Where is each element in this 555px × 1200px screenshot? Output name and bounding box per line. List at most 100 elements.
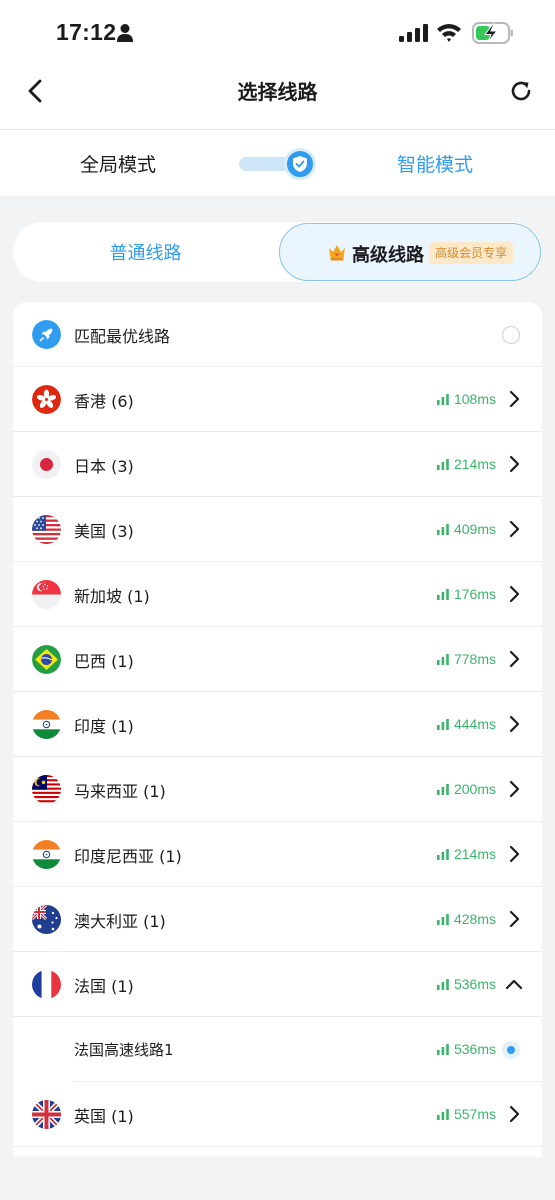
status-time: 17:12 — [56, 19, 117, 45]
server-label: 巴西 (1) — [74, 652, 134, 671]
server-row-us[interactable]: 美国 (3) 409ms — [13, 497, 542, 562]
expand-button[interactable] — [504, 454, 524, 474]
server-row-gb[interactable]: 英国 (1) 557ms — [13, 1082, 542, 1147]
latency-value: 536ms — [453, 976, 496, 992]
best-route-label: 匹配最优线路 — [74, 327, 171, 346]
server-label: 马来西亚 (1) — [74, 782, 166, 801]
server-label: 法国 (1) — [74, 977, 134, 996]
expand-button[interactable] — [504, 779, 524, 799]
server-label: 新加坡 (1) — [74, 587, 150, 606]
latency-value: 214ms — [453, 456, 496, 472]
expand-button[interactable] — [504, 649, 524, 669]
latency-value: 108ms — [453, 391, 496, 407]
latency-value: 536ms — [453, 1041, 496, 1057]
server-row-my[interactable]: 马来西亚 (1) 200ms — [13, 757, 542, 822]
fr-flag-icon — [32, 970, 61, 999]
expand-button[interactable] — [504, 844, 524, 864]
latency-indicator: 536ms — [436, 1039, 496, 1059]
signal-bars-icon — [436, 393, 449, 405]
sub-route-label: 法国高速线路1 — [74, 1041, 174, 1059]
expand-button[interactable] — [504, 389, 524, 409]
wifi-icon — [437, 24, 461, 42]
latency-value: 409ms — [453, 521, 496, 537]
sub-route-radio-selected[interactable] — [502, 1041, 520, 1059]
expand-button[interactable] — [504, 584, 524, 604]
signal-bars-icon — [436, 783, 449, 795]
server-row-hk[interactable]: 香港 (6) 108ms — [13, 367, 542, 432]
latency-indicator: 428ms — [436, 909, 496, 929]
collapse-button[interactable] — [504, 974, 524, 994]
signal-bars-icon — [436, 978, 449, 990]
best-route-radio[interactable] — [502, 326, 520, 344]
chevron-right-icon — [509, 910, 520, 928]
chevron-right-icon — [509, 455, 520, 473]
br-flag-icon — [32, 645, 61, 674]
server-label: 英国 (1) — [74, 1107, 134, 1126]
chevron-right-icon — [509, 780, 520, 798]
expand-button[interactable] — [504, 714, 524, 734]
refresh-button[interactable] — [504, 74, 538, 108]
latency-indicator: 444ms — [436, 714, 496, 734]
latency-indicator: 176ms — [436, 584, 496, 604]
expand-button[interactable] — [504, 519, 524, 539]
server-row-in[interactable]: 印度 (1) 444ms — [13, 692, 542, 757]
jp-flag-icon — [32, 450, 61, 479]
toggle-knob — [284, 148, 316, 180]
row-divider — [13, 1146, 542, 1147]
latency-indicator: 409ms — [436, 519, 496, 539]
latency-indicator: 778ms — [436, 649, 496, 669]
gb-flag-icon — [32, 1100, 61, 1129]
signal-bars-icon — [436, 848, 449, 860]
rocket-icon — [32, 320, 61, 349]
sg-flag-icon — [32, 580, 61, 609]
person-icon — [117, 24, 133, 42]
best-route-row[interactable]: 匹配最优线路 — [13, 302, 542, 367]
hk-flag-icon — [32, 385, 61, 414]
server-row-br[interactable]: 巴西 (1) 778ms — [13, 627, 542, 692]
premium-badge: 高级会员专享 — [429, 242, 514, 264]
chevron-up-icon — [505, 979, 523, 990]
route-tier-tabs: 普通线路 高级线路 高级会员专享 — [13, 222, 542, 282]
server-row-fr[interactable]: 法国 (1) 536ms — [13, 952, 542, 1017]
chevron-right-icon — [509, 650, 520, 668]
server-label: 澳大利亚 (1) — [74, 912, 166, 931]
server-label: 香港 (6) — [74, 392, 134, 411]
mode-toggle[interactable] — [239, 148, 319, 180]
server-row-sg[interactable]: 新加坡 (1) 176ms — [13, 562, 542, 627]
latency-indicator: 536ms — [436, 974, 496, 994]
latency-indicator: 200ms — [436, 779, 496, 799]
smart-mode-label[interactable]: 智能模式 — [397, 150, 473, 177]
page-title: 选择线路 — [237, 80, 318, 104]
my-flag-icon — [32, 775, 61, 804]
latency-value: 444ms — [453, 716, 496, 732]
signal-bars-icon — [436, 1108, 449, 1120]
latency-value: 176ms — [453, 586, 496, 602]
header-area: 17:12 选择线路 全局模式 智能模式 — [0, 0, 555, 196]
server-row-id[interactable]: 印度尼西亚 (1) 214ms — [13, 822, 542, 887]
chevron-right-icon — [509, 1105, 520, 1123]
latency-indicator: 557ms — [436, 1104, 496, 1124]
signal-bars-icon — [436, 653, 449, 665]
server-label: 印度 (1) — [74, 717, 134, 736]
signal-bars-icon — [436, 458, 449, 470]
global-mode-label[interactable]: 全局模式 — [80, 150, 156, 177]
chevron-right-icon — [509, 585, 520, 603]
signal-bars-icon — [436, 588, 449, 600]
in-flag-icon — [32, 840, 61, 869]
crown-icon — [329, 245, 345, 261]
chevron-right-icon — [509, 715, 520, 733]
mode-switch-row: 全局模式 智能模式 — [0, 130, 555, 196]
sub-route-row-fr-1[interactable]: 法国高速线路1 536ms — [13, 1017, 542, 1082]
server-row-jp[interactable]: 日本 (3) 214ms — [13, 432, 542, 497]
refresh-icon — [511, 81, 531, 101]
expand-button[interactable] — [504, 909, 524, 929]
us-flag-icon — [32, 515, 61, 544]
signal-bars-icon — [436, 913, 449, 925]
tab-normal-routes[interactable]: 普通线路 — [13, 222, 278, 282]
latency-value: 214ms — [453, 846, 496, 862]
chevron-right-icon — [509, 845, 520, 863]
server-row-au[interactable]: 澳大利亚 (1) 428ms — [13, 887, 542, 952]
expand-button[interactable] — [504, 1104, 524, 1124]
latency-value: 200ms — [453, 781, 496, 797]
tab-premium-routes[interactable]: 高级线路 高级会员专享 — [279, 223, 541, 281]
